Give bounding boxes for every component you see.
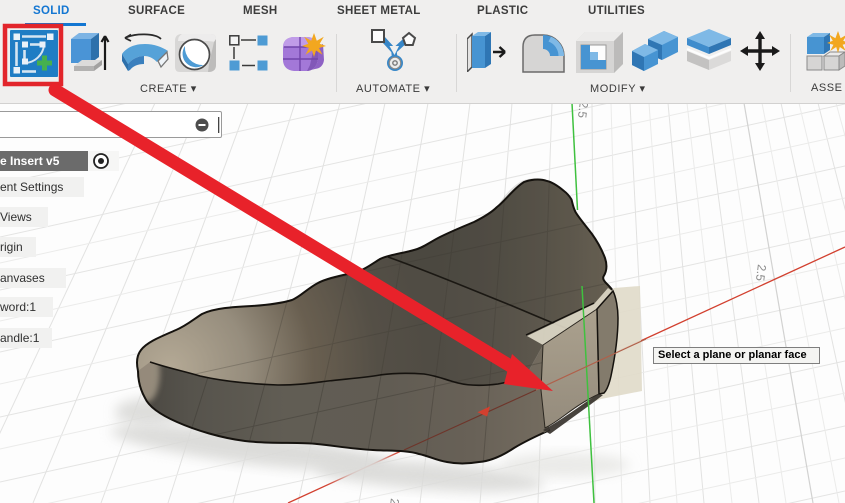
svg-text:2.5: 2.5 bbox=[753, 264, 769, 283]
svg-text:2.5: 2.5 bbox=[386, 498, 402, 503]
